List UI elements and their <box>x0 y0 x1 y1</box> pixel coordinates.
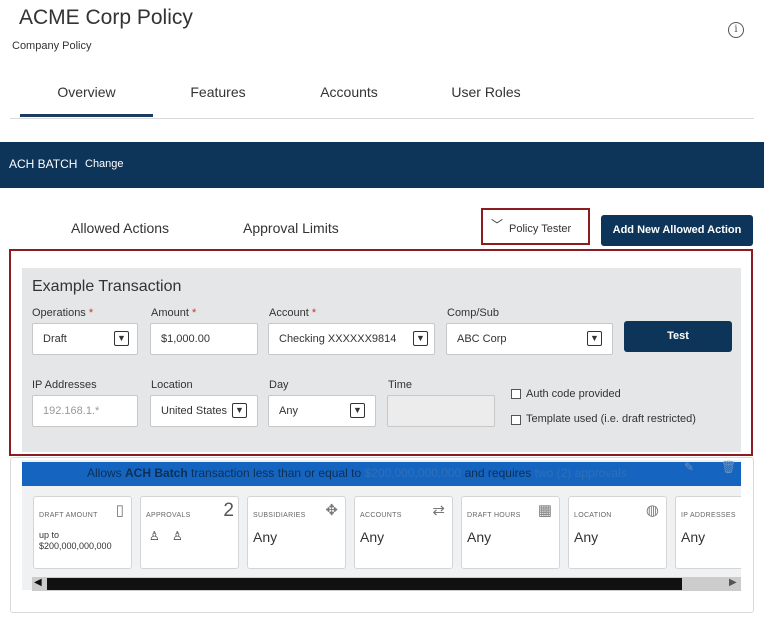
ip-address-input[interactable]: 192.168.1.* <box>32 395 138 427</box>
subtab-allowed-actions[interactable]: Allowed Actions <box>71 220 169 236</box>
subtab-approval-limits[interactable]: Approval Limits <box>243 220 339 236</box>
delete-icon[interactable]: 🗑 <box>721 460 736 474</box>
dropdown-arrow-icon: ▼ <box>232 403 247 418</box>
tile-label: LOCATION <box>574 512 612 519</box>
dropdown-arrow-icon: ▼ <box>350 403 365 418</box>
scroll-right-arrow-icon[interactable]: ▶ <box>729 577 737 588</box>
dropdown-arrow-icon: ▼ <box>114 331 129 346</box>
tab-accounts[interactable]: Accounts <box>299 84 399 100</box>
tile-label: SUBSIDIARIES <box>253 512 306 519</box>
transfer-arrows-icon: ⇄ <box>432 502 445 519</box>
tile-value: Any <box>360 529 385 545</box>
tile-draft-amount: DRAFT AMOUNT ▯ up to $200,000,000,000 <box>33 496 132 569</box>
time-label: Time <box>388 379 413 391</box>
time-input[interactable] <box>387 395 495 427</box>
tile-accounts: ACCOUNTS ⇄ Any <box>354 496 453 569</box>
operations-label: Operations * <box>32 307 94 319</box>
globe-icon: ◍ <box>645 502 659 519</box>
tabs-divider <box>10 118 754 119</box>
tile-value: up to $200,000,000,000 <box>39 530 112 551</box>
day-value: Any <box>279 405 298 417</box>
example-transaction-title: Example Transaction <box>32 278 182 295</box>
account-label: Account * <box>269 307 317 319</box>
comp-sub-label: Comp/Sub <box>447 307 499 319</box>
ip-addresses-label: IP Addresses <box>32 379 97 391</box>
template-used-label: Template used (i.e. draft restricted) <box>526 413 696 425</box>
comp-sub-value: ABC Corp <box>457 333 507 345</box>
tab-features[interactable]: Features <box>168 84 268 100</box>
chevron-down-icon: ﹀ <box>491 218 504 232</box>
info-icon[interactable]: i <box>728 22 744 38</box>
puzzle-icon: ✥ <box>325 502 338 519</box>
building-icon: ▯ <box>115 502 124 519</box>
edit-icon[interactable]: ✎ <box>684 460 694 474</box>
account-value: Checking XXXXXX9814 <box>279 333 397 345</box>
auth-code-label: Auth code provided <box>526 388 621 400</box>
change-link[interactable]: Change <box>85 158 124 170</box>
tab-overview[interactable]: Overview <box>20 84 153 100</box>
location-label: Location <box>151 379 193 391</box>
tab-user-roles[interactable]: User Roles <box>436 84 536 100</box>
dropdown-arrow-icon: ▼ <box>413 331 428 346</box>
policy-tester-label[interactable]: Policy Tester <box>509 223 571 235</box>
tile-label: APPROVALS <box>146 512 191 519</box>
page-title: ACME Corp Policy <box>19 6 193 29</box>
day-select[interactable]: Any ▼ <box>268 395 376 427</box>
tile-label: DRAFT AMOUNT <box>39 512 98 519</box>
scroll-left-arrow-icon[interactable]: ◀ <box>34 577 42 588</box>
dropdown-arrow-icon: ▼ <box>587 331 602 346</box>
active-tab-indicator <box>20 114 153 117</box>
scrollbar-thumb[interactable] <box>47 578 682 590</box>
tile-value: Any <box>574 529 599 545</box>
amount-label: Amount * <box>151 307 197 319</box>
tile-location: LOCATION ◍ Any <box>568 496 667 569</box>
account-select[interactable]: Checking XXXXXX9814 ▼ <box>268 323 435 355</box>
location-value: United States <box>161 405 228 417</box>
template-used-checkbox[interactable] <box>511 415 521 425</box>
page-subtitle: Company Policy <box>12 40 92 52</box>
tile-value: Any <box>253 529 278 545</box>
approver-icon: ♙ <box>172 529 183 543</box>
tile-label: IP ADDRESSES <box>681 512 736 519</box>
tile-label: DRAFT HOURS <box>467 512 521 519</box>
add-new-allowed-action-button[interactable]: Add New Allowed Action <box>601 215 753 246</box>
operations-select[interactable]: Draft ▼ <box>32 323 138 355</box>
calendar-icon: ▦ <box>537 502 552 519</box>
day-label: Day <box>269 379 289 391</box>
tile-approvals: APPROVALS 2 ♙ ♙ <box>140 496 239 569</box>
operations-value: Draft <box>43 333 67 345</box>
tile-label: ACCOUNTS <box>360 512 402 519</box>
amount-input[interactable]: $1,000.00 <box>150 323 258 355</box>
allowed-action-summary: Allows ACH Batch transaction less than o… <box>87 466 627 480</box>
comp-sub-select[interactable]: ABC Corp ▼ <box>446 323 613 355</box>
banner-title: ACH BATCH <box>9 157 78 171</box>
tile-value: Any <box>467 529 492 545</box>
tile-subsidiaries: SUBSIDIARIES ✥ Any <box>247 496 346 569</box>
tile-draft-hours: DRAFT HOURS ▦ Any <box>461 496 560 569</box>
approver-icon: ♙ <box>149 529 160 543</box>
approvals-count: 2 <box>223 500 234 521</box>
location-select[interactable]: United States ▼ <box>150 395 258 427</box>
tile-ip-addresses: IP ADDRESSES Any <box>675 496 741 569</box>
tile-value: Any <box>681 529 706 545</box>
auth-code-checkbox[interactable] <box>511 389 521 399</box>
test-button[interactable]: Test <box>624 321 732 352</box>
